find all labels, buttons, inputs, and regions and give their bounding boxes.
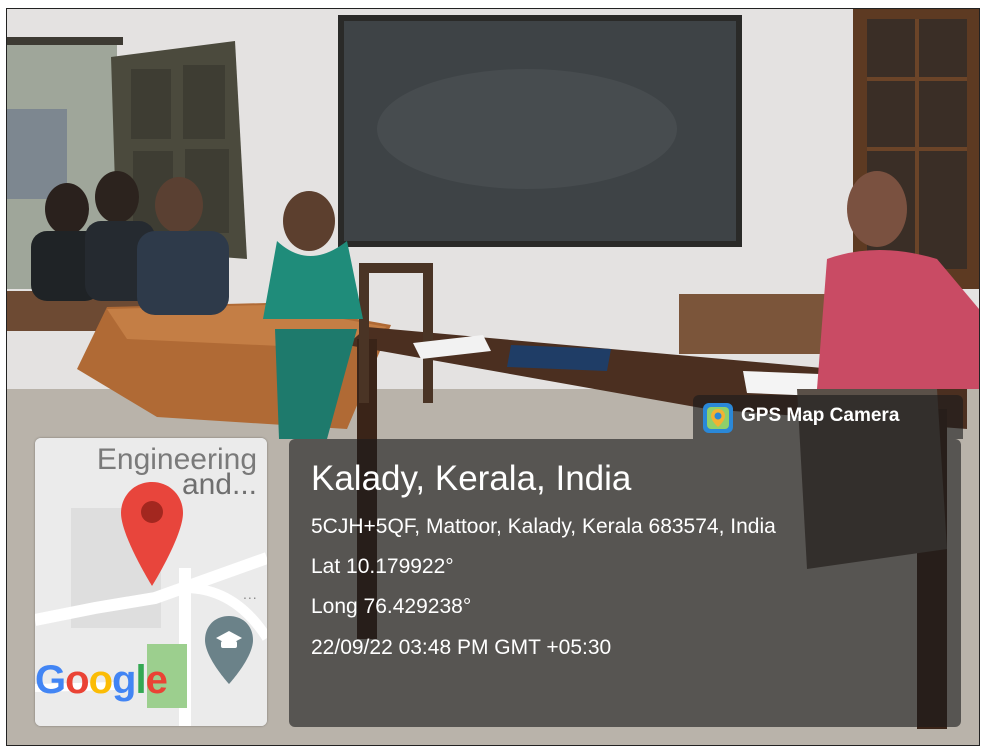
location-info-panel: Kalady, Kerala, India 5CJH+5QF, Mattoor,… <box>289 439 961 727</box>
map-thumbnail: Engineering and... ... Google <box>35 438 267 726</box>
location-address: 5CJH+5QF, Mattoor, Kalady, Kerala 683574… <box>311 515 776 538</box>
gps-camera-label: GPS Map Camera <box>741 405 900 426</box>
location-title: Kalady, Kerala, India <box>311 459 632 498</box>
location-pin-icon <box>119 480 185 593</box>
gps-camera-badge: GPS Map Camera <box>693 395 963 439</box>
photo-frame: GPS Map Camera Kalady, Kerala, India 5CJ… <box>6 8 980 746</box>
longitude-readout: Long 76.429238° <box>311 595 472 618</box>
timestamp: 22/09/22 03:48 PM GMT +05:30 <box>311 636 612 659</box>
map-ellipsis: ... <box>243 586 258 602</box>
latitude-readout: Lat 10.179922° <box>311 555 454 578</box>
google-logo: Google <box>35 658 168 702</box>
gps-map-camera-icon <box>703 403 733 433</box>
school-marker-icon <box>203 614 255 691</box>
